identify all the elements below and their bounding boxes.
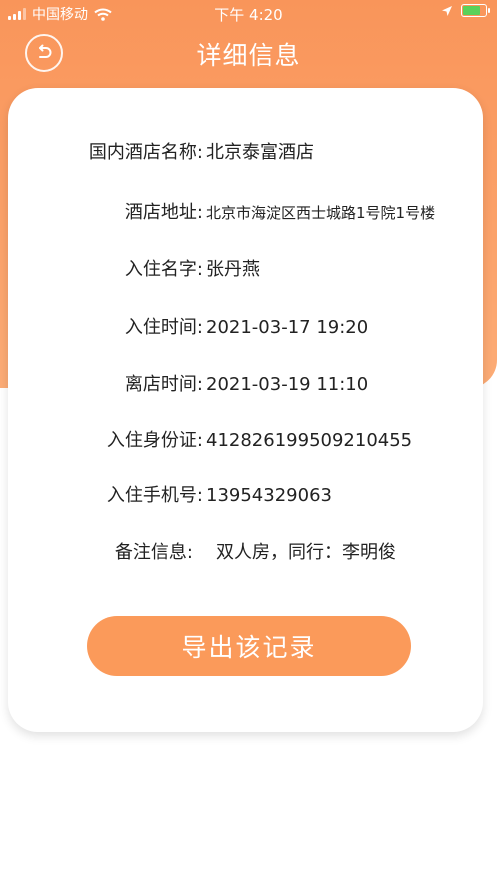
remark-value: 双人房，同行：李明俊 xyxy=(216,542,396,563)
check-in-value: 2021-03-17 19:20 xyxy=(206,317,369,338)
remark-label: 备注信息: xyxy=(114,542,193,563)
id-card-label: 入住身份证: xyxy=(106,430,203,451)
location-arrow-icon xyxy=(442,5,452,16)
row-phone: 入住手机号: 13954329063 xyxy=(8,481,483,511)
guest-name-value: 张丹燕 xyxy=(206,259,260,280)
battery-icon xyxy=(461,4,490,17)
detail-card: 国内酒店名称: 北京泰富酒店 酒店地址: 北京市海淀区西士城路1号院1号楼 入住… xyxy=(8,88,483,732)
check-out-label: 离店时间: xyxy=(124,374,203,395)
phone-label: 入住手机号: xyxy=(106,485,203,506)
phone-value: 13954329063 xyxy=(206,485,332,506)
check-out-value: 2021-03-19 11:10 xyxy=(206,374,369,395)
row-check-out: 离店时间: 2021-03-19 11:10 xyxy=(8,370,483,400)
guest-name-label: 入住名字: xyxy=(124,259,203,280)
row-check-in: 入住时间: 2021-03-17 19:20 xyxy=(8,313,483,343)
id-card-value: 412826199509210455 xyxy=(206,430,413,451)
row-hotel-address: 酒店地址: 北京市海淀区西士城路1号院1号楼 xyxy=(8,198,483,228)
check-in-label: 入住时间: xyxy=(124,317,203,338)
status-right xyxy=(441,4,490,17)
row-hotel-name: 国内酒店名称: 北京泰富酒店 xyxy=(8,138,483,168)
status-time: 下午 4:20 xyxy=(214,6,283,24)
hotel-name-value: 北京泰富酒店 xyxy=(206,142,314,163)
hotel-address-value: 北京市海淀区西士城路1号院1号楼 xyxy=(206,204,436,222)
row-remark: 备注信息: 双人房，同行：李明俊 xyxy=(8,538,483,568)
page-title: 详细信息 xyxy=(196,41,301,70)
status-bar: 中国移动 下午 4:20 xyxy=(0,0,497,26)
export-record-button[interactable]: 导出该记录 xyxy=(87,616,411,676)
nav-bar: 详细信息 xyxy=(0,28,497,76)
hotel-address-label: 酒店地址: xyxy=(124,202,203,223)
row-id-card: 入住身份证: 412826199509210455 xyxy=(8,426,483,456)
row-guest-name: 入住名字: 张丹燕 xyxy=(8,255,483,285)
hotel-name-label: 国内酒店名称: xyxy=(88,142,203,163)
